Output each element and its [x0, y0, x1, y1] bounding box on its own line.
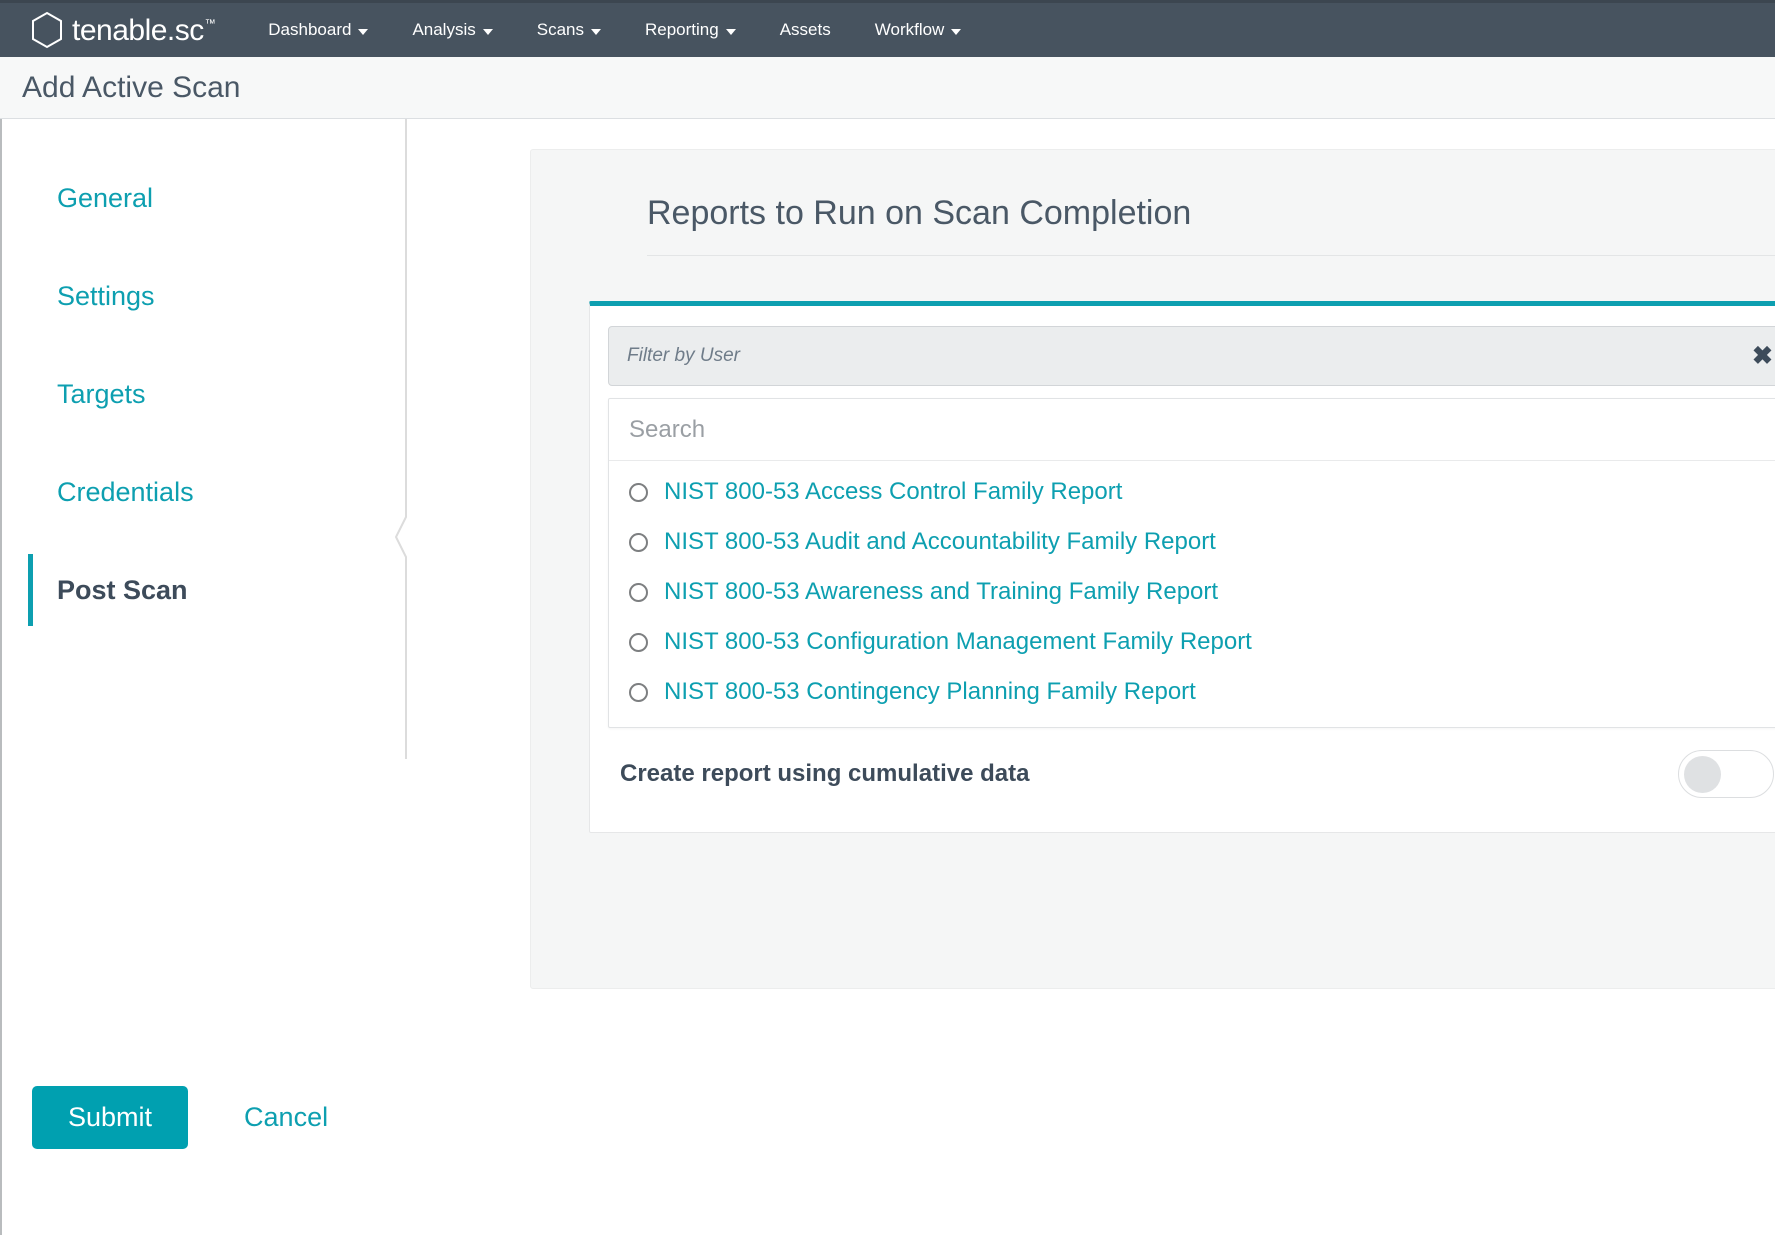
sidebar-label-credentials: Credentials [57, 477, 194, 508]
chevron-down-icon [483, 29, 493, 35]
sidebar-label-targets: Targets [57, 379, 146, 410]
list-item-label: NIST 800-53 Awareness and Training Famil… [664, 578, 1218, 606]
radio-icon[interactable] [629, 633, 648, 652]
panel-title: Reports to Run on Scan Completion [647, 150, 1775, 256]
cumulative-data-toggle[interactable] [1678, 750, 1774, 798]
reports-panel: Reports to Run on Scan Completion Filter… [530, 149, 1775, 989]
sidebar-item-targets[interactable]: Targets [2, 345, 398, 443]
chevron-down-icon [358, 29, 368, 35]
brand-name: tenable.sc [72, 14, 204, 47]
top-navigation-bar: tenable.sc™ Dashboard Analysis Scans Rep… [0, 0, 1775, 57]
sidebar-label-post-scan: Post Scan [57, 575, 188, 606]
nav-item-assets[interactable]: Assets [758, 14, 853, 46]
nav-label-scans: Scans [537, 20, 584, 40]
page-title: Add Active Scan [22, 71, 240, 105]
sidebar-label-general: General [57, 183, 153, 214]
radio-icon[interactable] [629, 533, 648, 552]
nav-label-analysis: Analysis [412, 20, 475, 40]
sidebar-item-settings[interactable]: Settings [2, 247, 398, 345]
list-item-label: NIST 800-53 Audit and Accountability Fam… [664, 528, 1216, 556]
list-item[interactable]: NIST 800-53 Access Control Family Report [609, 467, 1775, 517]
radio-icon[interactable] [629, 583, 648, 602]
nav-item-analysis[interactable]: Analysis [390, 14, 514, 46]
sidebar-item-credentials[interactable]: Credentials [2, 443, 398, 541]
search-input[interactable] [629, 416, 1691, 444]
nav-item-dashboard[interactable]: Dashboard [246, 14, 390, 46]
nav-label-reporting: Reporting [645, 20, 719, 40]
list-item-label: NIST 800-53 Contingency Planning Family … [664, 678, 1196, 706]
radio-icon[interactable] [629, 483, 648, 502]
cancel-button[interactable]: Cancel [244, 1102, 328, 1133]
dropdown-search-row [609, 399, 1775, 461]
clear-filter-icon[interactable]: ✖ [1752, 344, 1773, 369]
tenable-hexagon-icon [26, 9, 68, 51]
sidebar-item-general[interactable]: General [2, 149, 398, 247]
report-selection-card: Filter by User ✖ [589, 301, 1775, 833]
nav-item-reporting[interactable]: Reporting [623, 14, 758, 46]
nav-label-assets: Assets [780, 20, 831, 40]
active-step-indicator [28, 554, 33, 626]
brand-trademark: ™ [205, 18, 216, 30]
toggle-knob [1684, 756, 1721, 793]
radio-icon[interactable] [629, 683, 648, 702]
list-item[interactable]: NIST 800-53 Configuration Management Fam… [609, 617, 1775, 667]
nav-item-workflow[interactable]: Workflow [853, 14, 984, 46]
chevron-down-icon [591, 29, 601, 35]
list-item[interactable]: NIST 800-53 Contingency Planning Family … [609, 667, 1775, 717]
list-item[interactable]: NIST 800-53 Audit and Accountability Fam… [609, 517, 1775, 567]
submit-button[interactable]: Submit [32, 1086, 188, 1149]
chevron-down-icon [726, 29, 736, 35]
cumulative-data-label: Create report using cumulative data [620, 760, 1029, 788]
report-dropdown: NIST 800-53 Access Control Family Report… [608, 398, 1775, 728]
content-area: General Settings Targets Credentials Pos… [0, 119, 1775, 1235]
sidebar-label-settings: Settings [57, 281, 155, 312]
sidebar-divider [395, 119, 417, 759]
report-option-list: NIST 800-53 Access Control Family Report… [609, 461, 1775, 727]
cumulative-data-row: Create report using cumulative data [608, 728, 1775, 814]
chevron-down-icon [951, 29, 961, 35]
nav-item-scans[interactable]: Scans [515, 14, 623, 46]
list-item-label: NIST 800-53 Access Control Family Report [664, 478, 1122, 506]
list-item-label: NIST 800-53 Configuration Management Fam… [664, 628, 1252, 656]
nav-label-dashboard: Dashboard [268, 20, 351, 40]
brand-logo[interactable]: tenable.sc™ [26, 9, 214, 51]
form-actions: Submit Cancel [32, 1086, 328, 1149]
wizard-step-sidebar: General Settings Targets Credentials Pos… [2, 149, 398, 789]
nav-label-workflow: Workflow [875, 20, 945, 40]
sidebar-item-post-scan[interactable]: Post Scan [2, 541, 398, 639]
filter-by-user-placeholder: Filter by User [627, 345, 740, 367]
list-item[interactable]: NIST 800-53 Awareness and Training Famil… [609, 567, 1775, 617]
filter-by-user-select[interactable]: Filter by User ✖ [608, 326, 1775, 386]
page-header: Add Active Scan [0, 57, 1775, 119]
